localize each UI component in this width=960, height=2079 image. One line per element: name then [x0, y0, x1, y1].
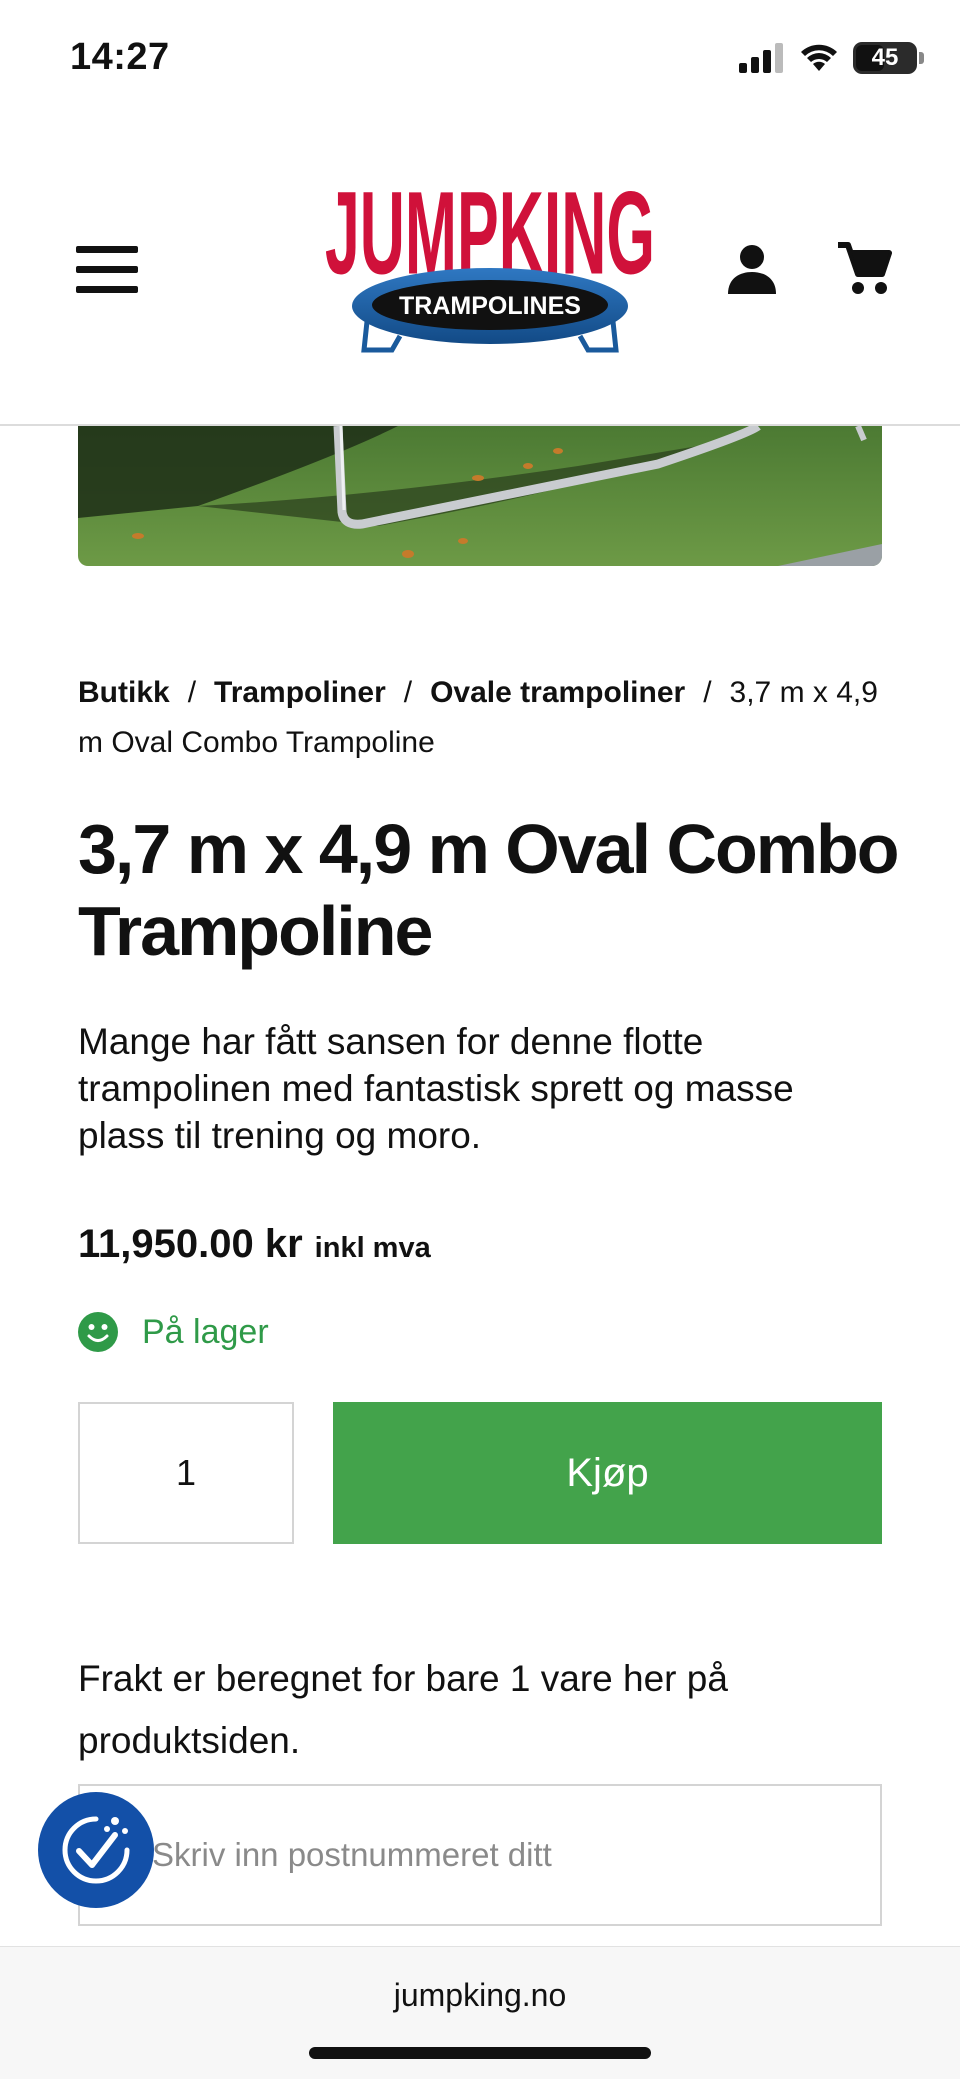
breadcrumb-item-trampoliner[interactable]: Trampoliner: [214, 676, 386, 709]
status-icons: 45: [739, 38, 924, 78]
stock-status: På lager: [78, 1312, 269, 1352]
product-description: Mange har fått sansen for denne flotte t…: [78, 1021, 794, 1156]
wifi-icon: [801, 44, 837, 71]
buy-button[interactable]: Kjøp: [333, 1402, 882, 1544]
battery-icon: 45: [853, 42, 917, 74]
product-title: 3,7 m x 4,9 m Oval Combo Trampoline: [78, 810, 900, 970]
product-image[interactable]: [78, 426, 882, 566]
page: 14:27 45 JUMPKING TRAMPOLINES Butikk / T…: [0, 0, 960, 2079]
price-tax-note: inkl mva: [314, 1232, 431, 1264]
browser-address-bar: jumpking.no: [0, 1946, 960, 2079]
battery-level: 45: [871, 44, 899, 71]
postcode-input[interactable]: [78, 1784, 882, 1926]
home-indicator[interactable]: [309, 2047, 651, 2059]
cart-icon[interactable]: [836, 240, 892, 296]
smiley-icon: [78, 1312, 118, 1352]
breadcrumb: Butikk / Trampoliner / Ovale trampoliner/3,7…: [78, 668, 882, 768]
status-time: 14:27: [70, 36, 170, 78]
status-bar: 14:27 45: [0, 0, 960, 120]
account-icon[interactable]: [728, 244, 776, 294]
shipping-note: Frakt er beregnet for bare 1 vare her på…: [78, 1658, 728, 1761]
quantity-input[interactable]: [78, 1402, 294, 1544]
breadcrumb-separator: /: [703, 676, 712, 709]
menu-button[interactable]: [76, 246, 138, 294]
consent-check-icon: [62, 1816, 130, 1884]
product-price: 11,950.00 kr: [78, 1222, 303, 1266]
cookie-consent-button[interactable]: [38, 1792, 154, 1908]
jumpking-logo[interactable]: JUMPKING TRAMPOLINES: [320, 160, 660, 370]
site-header: JUMPKING TRAMPOLINES: [0, 120, 960, 426]
battery-cap: [919, 52, 924, 64]
stock-status-text: På lager: [142, 1312, 269, 1351]
breadcrumb-separator: /: [403, 676, 413, 709]
price-row: 11,950.00 kr inkl mva: [78, 1222, 431, 1267]
breadcrumb-item-butikk[interactable]: Butikk: [78, 676, 170, 709]
cellular-signal-icon: [739, 43, 783, 73]
breadcrumb-item-ovale-trampoliner[interactable]: Ovale trampoliner: [430, 676, 685, 709]
url-text[interactable]: jumpking.no: [0, 1977, 960, 2014]
menu-icon: [76, 246, 138, 253]
breadcrumb-separator: /: [187, 676, 197, 709]
logo-tagline: TRAMPOLINES: [399, 292, 581, 320]
